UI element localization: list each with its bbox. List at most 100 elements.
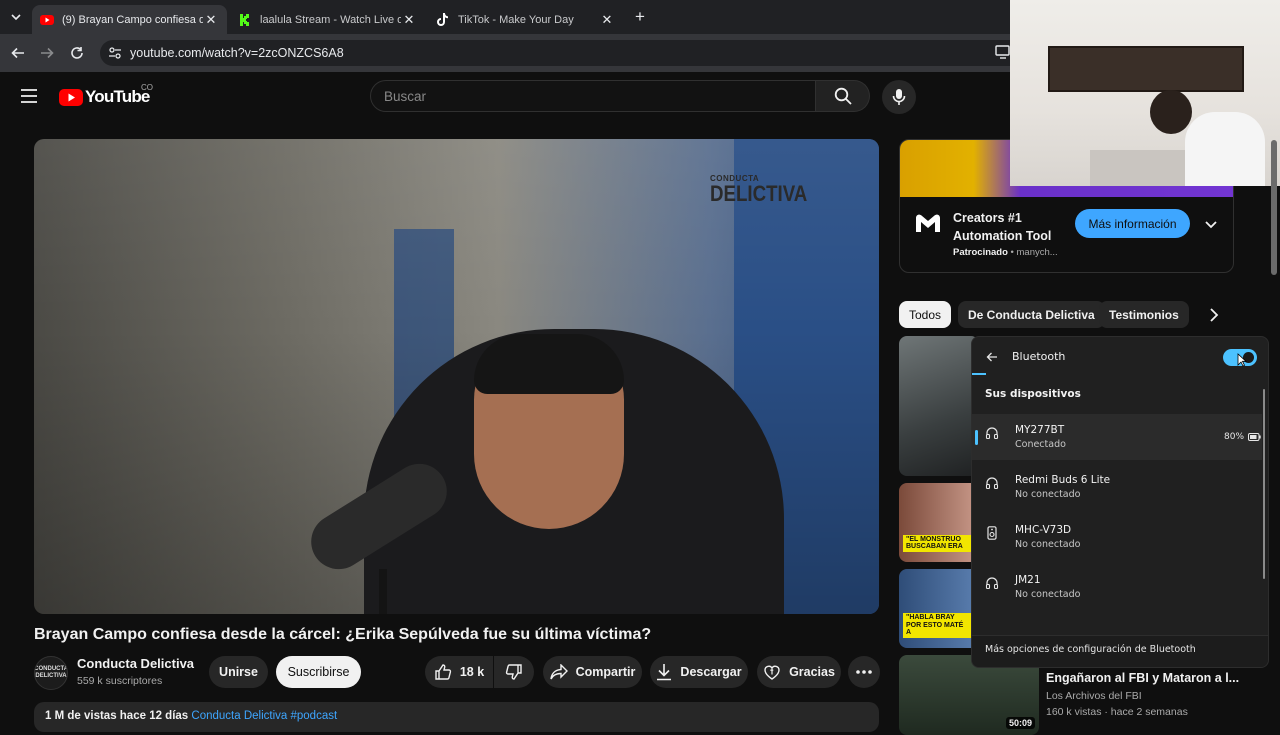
bluetooth-title: Bluetooth <box>1012 350 1066 363</box>
webcam-person-body <box>1185 112 1265 186</box>
browser-tab-youtube[interactable]: (9) Brayan Campo confiesa desde la cárce… <box>32 5 227 34</box>
chip-all[interactable]: Todos <box>899 301 952 328</box>
webcam-overlay <box>1010 0 1280 186</box>
recommended-video-thumbnail[interactable] <box>899 336 979 476</box>
device-name: JM21 <box>1015 574 1041 586</box>
download-label: Descargar <box>680 665 742 679</box>
page-scrollbar[interactable] <box>1271 140 1277 275</box>
video-frame-mic-stand <box>379 569 387 614</box>
video-player[interactable]: CONDUCTA DELICTIVA <box>34 139 879 614</box>
view-stats: 1 M de vistas hace 12 días <box>45 710 189 722</box>
bluetooth-device[interactable]: MHC-V73D No conectado <box>972 514 1262 560</box>
forward-button[interactable] <box>37 43 57 63</box>
avatar-text: CONDUCTA DELICTIVA <box>34 666 68 679</box>
device-status: No conectado <box>1015 589 1081 600</box>
dislike-button[interactable] <box>494 656 534 688</box>
device-name: MY277BT <box>1015 424 1065 436</box>
device-status: No conectado <box>1015 539 1081 550</box>
join-button[interactable]: Unirse <box>209 656 268 688</box>
browser-tab-tiktok[interactable]: TikTok - Make Your Day ✕ <box>428 5 623 34</box>
channel-watermark: CONDUCTA DELICTIVA <box>710 175 807 205</box>
search-placeholder: Buscar <box>384 88 427 104</box>
video-frame-hair <box>474 334 624 394</box>
url-text: youtube.com/watch?v=2zcONZCS6A8 <box>130 46 344 60</box>
browser-tab-kick[interactable]: laalula Stream - Watch Live on Kick ✕ <box>230 5 425 34</box>
channel-avatar[interactable]: CONDUCTA DELICTIVA <box>34 656 68 690</box>
device-status: Conectado <box>1015 439 1066 450</box>
video-title: Brayan Campo confiesa desde la cárcel: ¿… <box>34 626 652 643</box>
menu-icon[interactable] <box>21 89 37 103</box>
sponsored-label: Patrocinado <box>953 247 1008 258</box>
video-duration: 50:09 <box>1005 717 1035 729</box>
super-thanks-icon <box>764 665 780 680</box>
channel-name[interactable]: Conducta Delictiva <box>77 656 194 671</box>
ad-cta-label: Más información <box>1088 216 1177 231</box>
chip-testimonios[interactable]: Testimonios <box>1099 301 1189 328</box>
close-tab-icon[interactable]: ✕ <box>401 12 417 28</box>
device-status: No conectado <box>1015 489 1081 500</box>
battery-icon <box>1248 433 1261 441</box>
kick-icon <box>238 13 252 27</box>
sponsor-name: manych... <box>1016 247 1058 258</box>
cast-icon[interactable] <box>995 45 1011 59</box>
microphone-icon <box>892 89 906 105</box>
download-icon <box>657 664 672 681</box>
ad-title[interactable]: Creators #1 Automation Tool <box>953 209 1073 245</box>
thumbnail-caption: "HABLA BRAY POR ESTO MATÉ A <box>903 612 971 638</box>
subscribe-button[interactable]: Suscribirse <box>276 656 361 688</box>
tab-search-button[interactable] <box>8 9 24 25</box>
recommended-video-thumbnail[interactable]: "EL MONSTRUO BUSCABAN ERA <box>899 483 979 562</box>
recommended-video-title[interactable]: Engañaron al FBI y Mataron a l... <box>1046 671 1239 685</box>
thanks-label: Gracias <box>789 665 835 679</box>
bluetooth-device[interactable]: JM21 No conectado <box>972 564 1262 610</box>
chevron-down-icon[interactable] <box>1202 215 1220 233</box>
subscribe-label: Suscribirse <box>287 665 350 679</box>
webcam-desk <box>1090 150 1200 186</box>
search-input[interactable]: Buscar <box>370 80 816 112</box>
headphones-icon <box>985 477 999 490</box>
webcam-person-head <box>1150 90 1192 134</box>
webcam-wall-board <box>1048 46 1244 92</box>
reload-button[interactable] <box>67 43 87 63</box>
voice-search-button[interactable] <box>882 80 916 114</box>
back-arrow-icon[interactable] <box>984 349 1000 365</box>
like-button[interactable]: 18 k <box>425 656 493 688</box>
bluetooth-flyout: Bluetooth Sus dispositivos MY277BT Conec… <box>971 336 1269 668</box>
battery-level: 80% <box>1224 432 1245 442</box>
chevron-right-icon[interactable] <box>1204 305 1224 325</box>
thumbs-down-icon <box>505 664 522 680</box>
ad-more-info-button[interactable]: Más información <box>1075 209 1190 238</box>
description-box[interactable]: 1 M de vistas hace 12 días Conducta Deli… <box>34 702 879 732</box>
site-info-icon[interactable] <box>108 46 122 60</box>
more-horizontal-icon <box>856 670 872 674</box>
thanks-button[interactable]: Gracias <box>757 656 841 688</box>
close-tab-icon[interactable]: ✕ <box>599 12 615 28</box>
tab-title: (9) Brayan Campo confiesa desde la cárce… <box>62 13 203 26</box>
youtube-logo[interactable]: YouTube <box>59 86 150 108</box>
bluetooth-device[interactable]: Redmi Buds 6 Lite No conectado <box>972 464 1262 510</box>
description-tags[interactable]: Conducta Delictiva #podcast <box>191 710 337 722</box>
new-tab-button[interactable]: + <box>632 8 648 26</box>
tab-title: TikTok - Make Your Day <box>458 13 574 26</box>
thumbs-up-icon <box>435 664 451 680</box>
bluetooth-device[interactable]: MY277BT Conectado 80% <box>972 414 1262 460</box>
recommended-video-channel[interactable]: Los Archivos del FBI <box>1046 690 1142 702</box>
share-button[interactable]: Compartir <box>543 656 642 688</box>
chip-from-channel[interactable]: De Conducta Delictiva <box>958 301 1105 328</box>
device-name: Redmi Buds 6 Lite <box>1015 474 1111 486</box>
back-button[interactable] <box>8 43 28 63</box>
more-actions-button[interactable] <box>848 656 880 688</box>
close-tab-icon[interactable]: ✕ <box>203 12 219 28</box>
more-bluetooth-settings-link[interactable]: Más opciones de configuración de Bluetoo… <box>985 644 1196 655</box>
download-button[interactable]: Descargar <box>650 656 748 688</box>
device-name: MHC-V73D <box>1015 524 1072 536</box>
youtube-logo-icon <box>59 88 83 106</box>
headphones-icon <box>985 427 999 440</box>
flyout-scrollbar[interactable] <box>1263 389 1265 579</box>
search-button[interactable] <box>816 80 870 112</box>
speaker-icon <box>987 526 997 540</box>
join-label: Unirse <box>219 665 258 679</box>
mouse-cursor-icon <box>1237 353 1248 367</box>
recommended-video-thumbnail[interactable]: "HABLA BRAY POR ESTO MATÉ A <box>899 569 979 648</box>
search-icon <box>834 87 852 105</box>
